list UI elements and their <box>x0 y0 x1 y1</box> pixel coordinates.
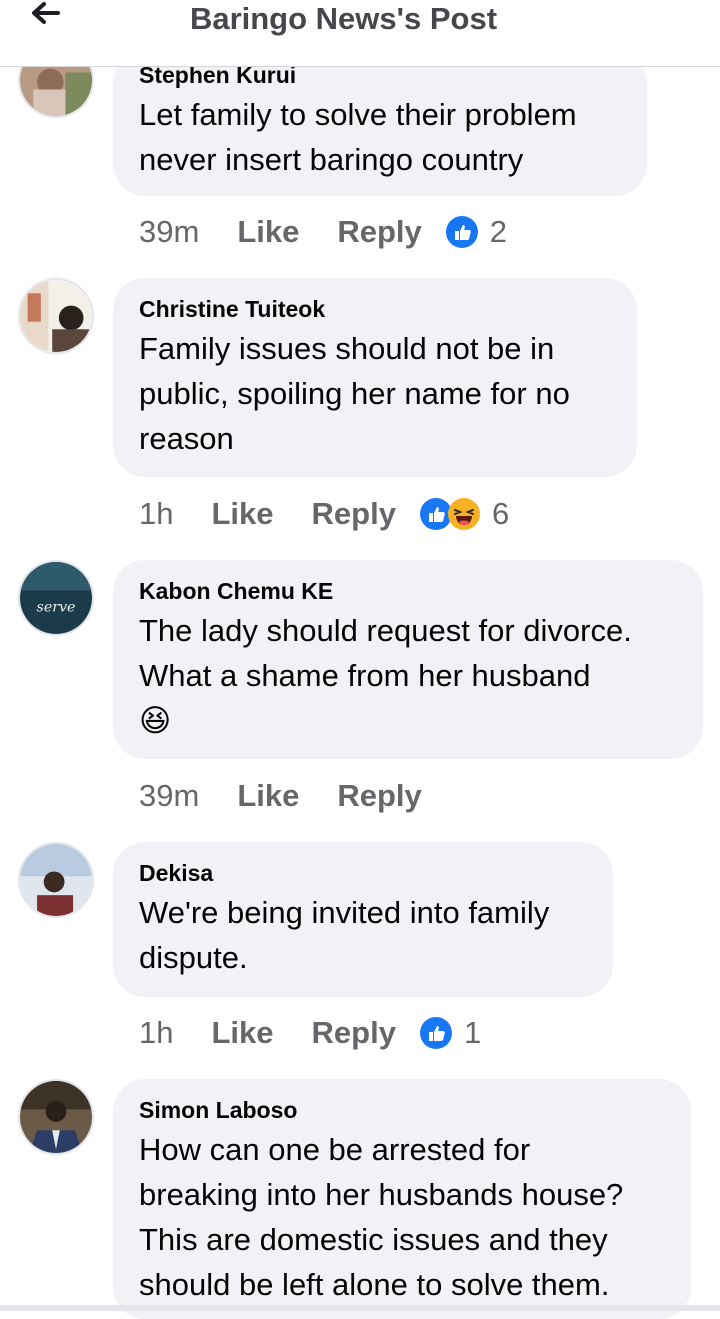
reaction-count: 6 <box>491 496 510 531</box>
bottom-divider <box>0 1305 720 1311</box>
comment-time[interactable]: 39m <box>139 214 199 250</box>
comment-text: We're being invited into family dispute. <box>139 895 550 975</box>
avatar[interactable] <box>18 842 94 918</box>
comment-author[interactable]: Dekisa <box>139 858 587 888</box>
comments-feed: Stephen Kurui Let family to solve their … <box>0 0 720 1319</box>
comment-actions: 39m Like Reply 2 <box>139 210 507 254</box>
like-icon <box>419 1017 452 1049</box>
reply-button[interactable]: Reply <box>312 1015 396 1051</box>
avatar[interactable] <box>18 1079 94 1155</box>
comment-actions: 39m Like Reply <box>139 774 422 818</box>
avatar-badge-text: serve <box>37 599 76 615</box>
comment-bubble: Simon Laboso How can one be arrested for… <box>113 1079 691 1319</box>
avatar[interactable] <box>18 278 94 354</box>
comment-text: Family issues should not be in public, s… <box>139 331 570 456</box>
like-button[interactable]: Like <box>237 778 299 814</box>
reply-button[interactable]: Reply <box>337 214 421 250</box>
reaction-count: 2 <box>489 214 508 249</box>
comment-text: How can one be arrested for breaking int… <box>139 1132 624 1302</box>
reaction-summary[interactable]: 1 <box>419 1015 482 1051</box>
comment-time[interactable]: 39m <box>139 778 199 814</box>
reaction-count: 1 <box>463 1015 482 1050</box>
comment-author[interactable]: Christine Tuiteok <box>139 294 611 324</box>
reply-button[interactable]: Reply <box>312 496 396 532</box>
comment-actions: 1h Like Reply 6 <box>139 492 509 536</box>
haha-icon <box>447 498 480 530</box>
comment-bubble: Stephen Kurui Let family to solve their … <box>113 52 647 196</box>
comment-text: Let family to solve their problem never … <box>139 97 577 177</box>
app-header: Baringo News's Post <box>0 0 720 67</box>
page-title: Baringo News's Post <box>189 1 498 36</box>
comment-author[interactable]: Kabon Chemu KE <box>139 576 677 606</box>
comment-bubble: Kabon Chemu KE The lady should request f… <box>113 560 703 759</box>
comment-bubble: Christine Tuiteok Family issues should n… <box>113 278 637 477</box>
comment-actions: 1h Like Reply 1 <box>139 1011 481 1055</box>
reply-button[interactable]: Reply <box>337 778 421 814</box>
like-button[interactable]: Like <box>211 1015 273 1051</box>
like-button[interactable]: Like <box>237 214 299 250</box>
reaction-summary[interactable]: 2 <box>445 214 508 250</box>
like-button[interactable]: Like <box>211 496 273 532</box>
avatar[interactable]: serve <box>18 560 94 636</box>
comment-text: The lady should request for divorce. Wha… <box>139 613 632 738</box>
comment-author[interactable]: Simon Laboso <box>139 1095 665 1125</box>
comment-time[interactable]: 1h <box>139 1015 173 1051</box>
comment-time[interactable]: 1h <box>139 496 173 532</box>
comment-bubble: Dekisa We're being invited into family d… <box>113 842 613 997</box>
like-icon <box>445 216 478 248</box>
reaction-summary[interactable]: 6 <box>419 496 510 532</box>
